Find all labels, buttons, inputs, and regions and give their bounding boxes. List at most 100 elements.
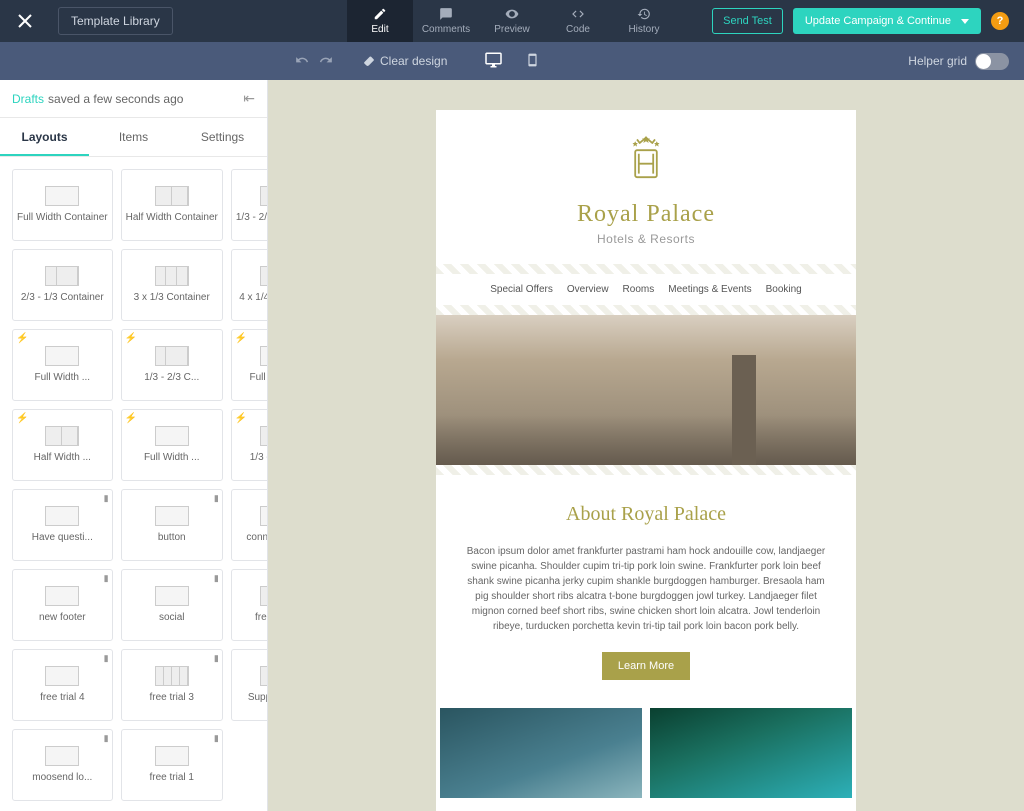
tab-comments[interactable]: Comments bbox=[413, 0, 479, 42]
email-canvas[interactable]: Royal Palace Hotels & Resorts Special Of… bbox=[268, 80, 1024, 811]
layout-thumbnail bbox=[155, 746, 189, 766]
layout-card[interactable]: ⚡ Full Width ... bbox=[12, 329, 113, 401]
mobile-preview-button[interactable] bbox=[522, 47, 544, 76]
layout-thumbnail bbox=[45, 266, 79, 286]
layout-card[interactable]: ▮free trial 1 bbox=[121, 729, 223, 801]
device-preview-toggle bbox=[481, 47, 544, 76]
clear-design-button[interactable]: Clear design bbox=[363, 54, 447, 68]
layout-label: Support Ce... bbox=[236, 692, 267, 704]
sub-toolbar: Clear design Helper grid bbox=[0, 42, 1024, 80]
stripe-divider bbox=[436, 465, 856, 475]
layout-thumbnail bbox=[260, 666, 267, 686]
help-icon[interactable]: ? bbox=[991, 12, 1009, 30]
email-nav-link[interactable]: Overview bbox=[567, 284, 609, 295]
eraser-icon bbox=[363, 55, 375, 67]
layout-card[interactable]: ▮free trial 2 bbox=[231, 569, 267, 641]
layout-label: Half Width ... bbox=[17, 452, 108, 464]
layout-card[interactable]: ▮button bbox=[121, 489, 223, 561]
crown-icon bbox=[619, 134, 673, 188]
redo-button[interactable] bbox=[319, 53, 333, 70]
layout-card[interactable]: ⚡Full Width ... bbox=[231, 329, 267, 401]
layout-card[interactable]: 4 x 1/4 Container bbox=[231, 249, 267, 321]
layout-label: 4 x 1/4 Container bbox=[236, 292, 267, 304]
undo-icon bbox=[295, 53, 309, 67]
layout-card[interactable]: 3 x 1/3 Container bbox=[121, 249, 223, 321]
tab-history[interactable]: History bbox=[611, 0, 677, 42]
mobile-icon bbox=[526, 51, 540, 69]
layout-label: social bbox=[126, 612, 218, 624]
layout-thumbnail bbox=[45, 586, 79, 606]
email-nav-link[interactable]: Rooms bbox=[623, 284, 655, 295]
layout-card[interactable]: 2/3 - 1/3 Container bbox=[12, 249, 113, 321]
about-body: Bacon ipsum dolor amet frankfurter pastr… bbox=[460, 544, 832, 634]
stripe-divider bbox=[436, 305, 856, 315]
layout-thumbnail bbox=[45, 186, 79, 206]
tab-items[interactable]: Items bbox=[89, 118, 178, 156]
layout-card[interactable]: ▮Have questi... bbox=[12, 489, 113, 561]
layout-card[interactable]: ⚡ Half Width ... bbox=[12, 409, 113, 481]
send-test-button[interactable]: Send Test bbox=[712, 8, 783, 34]
stripe-divider bbox=[436, 264, 856, 274]
email-nav-link[interactable]: Meetings & Events bbox=[668, 284, 751, 295]
tab-layouts[interactable]: Layouts bbox=[0, 118, 89, 156]
layout-card[interactable]: ⚡1/3 - 2/3 R... bbox=[231, 409, 267, 481]
lightning-icon: ⚡ bbox=[16, 413, 28, 424]
update-campaign-button[interactable]: Update Campaign & Continue bbox=[793, 8, 981, 34]
layout-label: Full Width Container bbox=[17, 212, 108, 224]
email-nav-link[interactable]: Special Offers bbox=[490, 284, 553, 295]
comment-icon bbox=[439, 7, 453, 21]
brand-subtitle: Hotels & Resorts bbox=[446, 232, 846, 246]
lightning-icon: ⚡ bbox=[16, 333, 28, 344]
email-header: Royal Palace Hotels & Resorts bbox=[436, 110, 856, 264]
top-toolbar: Template Library Edit Comments Preview C… bbox=[0, 0, 1024, 42]
layout-thumbnail bbox=[260, 506, 267, 526]
layout-thumbnail bbox=[45, 666, 79, 686]
layout-card[interactable]: ▮connect soc... bbox=[231, 489, 267, 561]
layout-label: Full Width ... bbox=[17, 372, 108, 384]
layout-thumbnail bbox=[260, 426, 267, 446]
pencil-icon bbox=[373, 7, 387, 21]
history-icon bbox=[637, 7, 651, 21]
learn-more-button[interactable]: Learn More bbox=[602, 652, 690, 680]
layout-label: free trial 4 bbox=[17, 692, 108, 704]
layout-card[interactable]: Full Width Container bbox=[12, 169, 113, 241]
image-cards-row bbox=[436, 708, 856, 811]
layout-card[interactable]: Half Width Container bbox=[121, 169, 223, 241]
layout-card[interactable]: ▮new footer bbox=[12, 569, 113, 641]
layout-card[interactable]: 1/3 - 2/3 Container bbox=[231, 169, 267, 241]
tab-edit[interactable]: Edit bbox=[347, 0, 413, 42]
layout-card[interactable]: ▮free trial 3 bbox=[121, 649, 223, 721]
layout-label: connect soc... bbox=[236, 532, 267, 544]
layout-card[interactable]: ▮moosend lo... bbox=[12, 729, 113, 801]
brand-name: Royal Palace bbox=[446, 201, 846, 228]
layout-card[interactable]: ▮social bbox=[121, 569, 223, 641]
layout-card[interactable]: ▮Support Ce... bbox=[231, 649, 267, 721]
layout-thumbnail bbox=[155, 506, 189, 526]
about-heading: About Royal Palace bbox=[460, 503, 832, 526]
email-nav-link[interactable]: Booking bbox=[766, 284, 802, 295]
close-button[interactable] bbox=[0, 0, 50, 42]
tab-settings[interactable]: Settings bbox=[178, 118, 267, 156]
layout-label: Have questi... bbox=[17, 532, 108, 544]
layout-label: Half Width Container bbox=[126, 212, 218, 224]
template-library-button[interactable]: Template Library bbox=[58, 7, 173, 35]
desktop-preview-button[interactable] bbox=[481, 47, 507, 76]
layout-label: 1/3 - 2/3 R... bbox=[236, 452, 267, 464]
collapse-sidebar-button[interactable]: ⇤ bbox=[243, 90, 255, 107]
saved-icon: ▮ bbox=[214, 493, 219, 504]
tab-preview[interactable]: Preview bbox=[479, 0, 545, 42]
layout-card[interactable]: ⚡ 1/3 - 2/3 C... bbox=[121, 329, 223, 401]
eye-icon bbox=[505, 7, 519, 21]
layout-card[interactable]: ▮free trial 4 bbox=[12, 649, 113, 721]
drafts-status-row: Drafts saved a few seconds ago ⇤ bbox=[0, 80, 267, 118]
helper-grid-toggle[interactable] bbox=[975, 53, 1009, 70]
undo-button[interactable] bbox=[295, 53, 309, 70]
tab-code[interactable]: Code bbox=[545, 0, 611, 42]
saved-icon: ▮ bbox=[104, 733, 109, 744]
brand-logo bbox=[619, 134, 673, 193]
layout-thumbnail bbox=[155, 666, 189, 686]
layout-card[interactable]: ⚡Full Width ... bbox=[121, 409, 223, 481]
lightning-icon: ⚡ bbox=[125, 333, 137, 344]
layout-label: 1/3 - 2/3 C... bbox=[126, 372, 218, 384]
drafts-label: Drafts bbox=[12, 92, 44, 106]
